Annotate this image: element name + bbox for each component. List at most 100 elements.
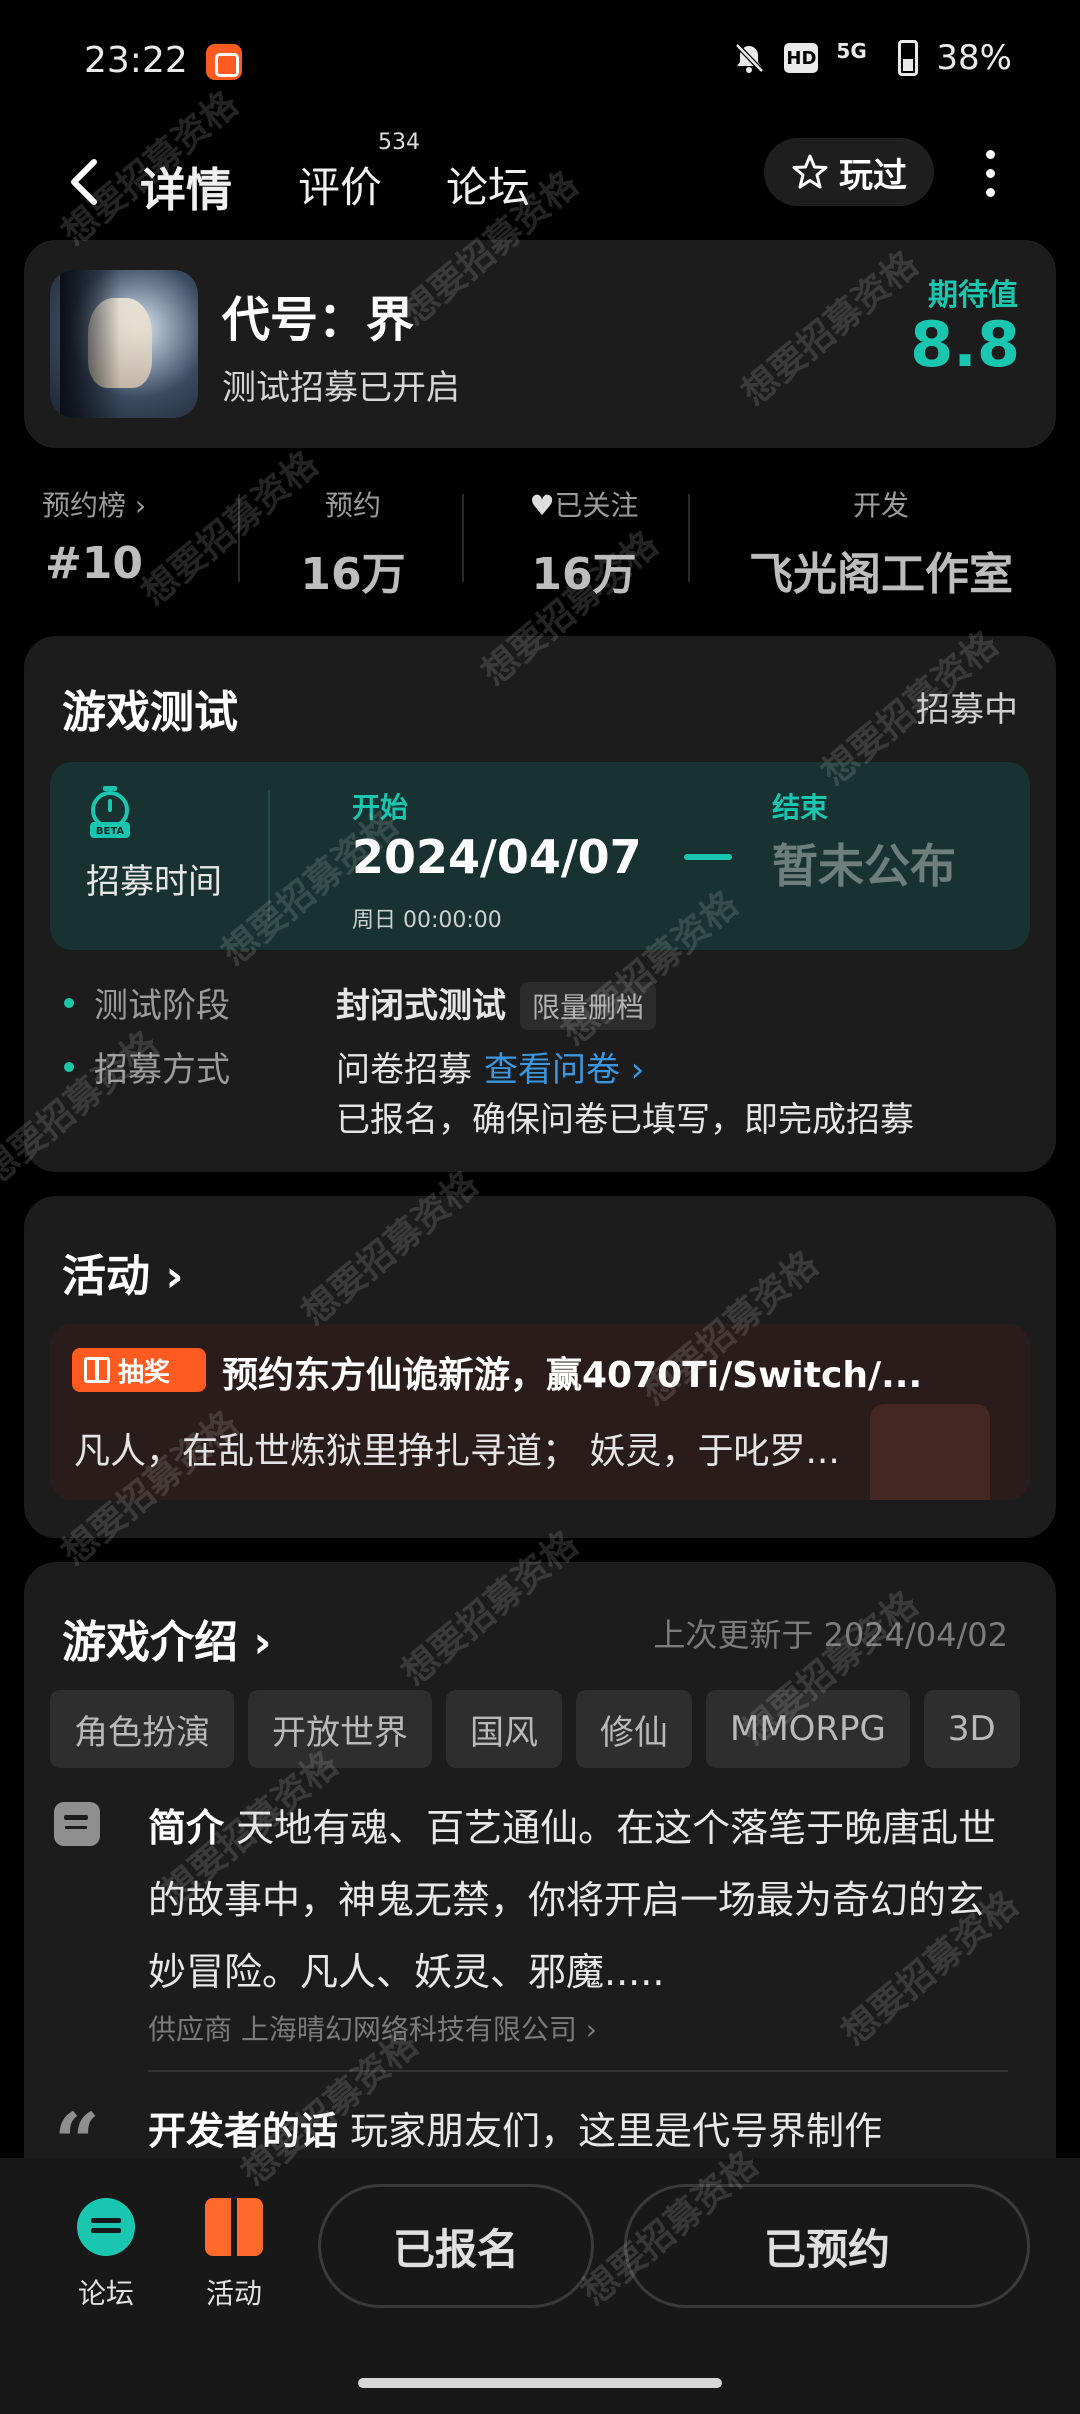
- status-bar: 23:22 HD 5G 38%: [0, 0, 1080, 130]
- supplier-link[interactable]: 供应商 上海晴幻网络科技有限公司 ›: [148, 2008, 597, 2048]
- tag-chip[interactable]: 修仙: [576, 1690, 692, 1768]
- activity-card: 活动 › 抽奖 预约东方仙诡新游，赢4070Ti/Switch/... 凡人，在…: [24, 1196, 1056, 1538]
- stat-value: #10: [44, 538, 144, 589]
- forum-chat-icon: [77, 2198, 135, 2256]
- reserved-button[interactable]: 已预约: [624, 2184, 1030, 2308]
- divider: [462, 494, 464, 582]
- stat-value: 16万: [531, 549, 637, 600]
- dev-words-label: 开发者的话: [148, 2109, 339, 2153]
- stage-value: 封闭式测试: [336, 986, 506, 1026]
- stat-value: 16万: [300, 549, 406, 600]
- stats-row: 预约榜 › #10 预约 16万 ♥已关注 16万 开发 飞光阁工作室: [24, 470, 1056, 600]
- end-value: 暂未公布: [772, 839, 956, 893]
- divider: [688, 494, 690, 582]
- forum-label: 论坛: [77, 2277, 134, 2310]
- stat-label: 预约: [324, 489, 381, 522]
- stat-reservations: 预约 16万: [248, 484, 458, 602]
- game-header-card: 代号：界 测试招募已开启 期待值 8.8: [24, 240, 1056, 448]
- chevron-left-icon: [71, 159, 97, 205]
- recruit-time-label: 招募时间: [86, 862, 222, 902]
- view-questionnaire-link[interactable]: 查看问卷 ›: [484, 1050, 644, 1090]
- activity-button[interactable]: 活动: [184, 2198, 284, 2312]
- dev-words-text: 玩家朋友们，这里是代号界制作: [350, 2109, 883, 2153]
- summary-label: 简介: [148, 1806, 225, 1850]
- bullet-dot: [64, 1061, 74, 1072]
- activity-description: 凡人，在乱世炼狱里挣扎寻道； 妖灵，于叱罗...: [74, 1431, 840, 1472]
- expect-score: 8.8: [910, 308, 1020, 381]
- activity-headline: 预约东方仙诡新游，赢4070Ti/Switch/...: [222, 1355, 923, 1396]
- battery-percent: 38%: [936, 38, 1012, 78]
- start-date: 2024/04/07: [352, 830, 642, 884]
- tag-chip[interactable]: 国风: [446, 1690, 562, 1768]
- method-note: 已报名，确保问卷已填写，即完成招募: [336, 1100, 914, 1140]
- stage-label: 测试阶段: [94, 986, 230, 1026]
- svg-text:BETA: BETA: [96, 826, 124, 837]
- method-value-row: 问卷招募 查看问卷 ›: [336, 1042, 644, 1091]
- stat-label: 预约榜 ›: [41, 489, 147, 522]
- played-label: 玩过: [839, 155, 907, 196]
- review-count-badge: 534: [378, 130, 420, 155]
- intro-section-title[interactable]: 游戏介绍 ›: [62, 1606, 271, 1670]
- method-row: 招募方式: [64, 1042, 230, 1091]
- network-type: 5G: [836, 39, 867, 63]
- divider: [268, 790, 270, 922]
- stage-value-row: 封闭式测试 限量删档: [336, 978, 657, 1030]
- test-section-title: 游戏测试: [62, 687, 238, 738]
- intro-summary[interactable]: 简介 天地有魂、百艺通仙。在这个落笔于晚唐乱世的故事中，神鬼无禁，你将开启一场最…: [148, 1792, 1008, 2008]
- end-label: 结束: [772, 791, 829, 824]
- tab-review[interactable]: 评价: [298, 154, 382, 215]
- tab-detail[interactable]: 详情: [140, 154, 232, 220]
- status-time: 23:22: [84, 40, 188, 81]
- game-subtitle: 测试招募已开启: [222, 368, 460, 408]
- top-nav: 详情 评价 534 论坛 玩过: [0, 130, 1080, 240]
- activity-item[interactable]: 抽奖 预约东方仙诡新游，赢4070Ti/Switch/... 凡人，在乱世炼狱里…: [50, 1324, 1030, 1500]
- tag-chip[interactable]: 3D: [923, 1690, 1020, 1768]
- developer-words[interactable]: 开发者的话 玩家朋友们，这里是代号界制作: [148, 2100, 882, 2155]
- hd-icon: HD: [784, 43, 819, 73]
- home-indicator[interactable]: [358, 2378, 722, 2388]
- stat-label-followers: ♥已关注: [474, 484, 694, 524]
- bullet-dot: [64, 997, 74, 1008]
- tag-chip[interactable]: MMORPG: [706, 1690, 910, 1768]
- range-dash: [684, 854, 732, 860]
- game-cover-image: [50, 270, 198, 418]
- stat-value: 飞光阁工作室: [749, 549, 1013, 600]
- back-button[interactable]: [60, 152, 110, 212]
- gift-icon: [84, 1357, 110, 1383]
- more-options-icon[interactable]: [970, 148, 1010, 198]
- tab-forum[interactable]: 论坛: [446, 154, 530, 215]
- lottery-badge: 抽奖: [72, 1348, 206, 1392]
- method-label: 招募方式: [94, 1050, 230, 1090]
- stage-row: 测试阶段: [64, 978, 230, 1027]
- tag-chip[interactable]: 开放世界: [248, 1690, 432, 1768]
- signal-icon: 5G: [836, 41, 880, 75]
- bottom-action-bar: 论坛 活动 已报名 已预约: [0, 2158, 1080, 2414]
- stat-followers[interactable]: ♥已关注 16万: [474, 484, 694, 602]
- stat-rank[interactable]: 预约榜 › #10: [24, 484, 164, 589]
- start-time: 周日 00:00:00: [352, 908, 502, 933]
- forum-button[interactable]: 论坛: [56, 2198, 156, 2312]
- intro-updated-date: 上次更新于 2024/04/02: [653, 1616, 1008, 1654]
- divider: [148, 2070, 1008, 2072]
- game-test-card: 游戏测试 招募中 BETA 招募时间 开始 2024/04/07 周日 00:0…: [24, 636, 1056, 1172]
- signed-up-button[interactable]: 已报名: [318, 2184, 594, 2308]
- mute-icon: [732, 41, 766, 75]
- method-value: 问卷招募: [336, 1050, 472, 1090]
- stage-tag: 限量删档: [520, 982, 657, 1030]
- gift-icon: [205, 2198, 263, 2256]
- tag-list: 角色扮演 开放世界 国风 修仙 MMORPG 3D: [50, 1690, 1056, 1770]
- activity-label: 活动: [205, 2277, 262, 2310]
- tag-chip[interactable]: 角色扮演: [50, 1690, 234, 1768]
- document-icon: [54, 1802, 100, 1846]
- star-icon: [792, 154, 828, 189]
- start-label: 开始: [352, 791, 409, 824]
- heart-icon: ♥: [529, 489, 555, 522]
- stat-developer[interactable]: 开发 飞光阁工作室: [706, 484, 1056, 602]
- played-button[interactable]: 玩过: [764, 138, 934, 206]
- status-icons: HD 5G 38%: [732, 38, 1012, 78]
- stat-label: 已关注: [554, 489, 639, 522]
- beta-timer-icon: BETA: [90, 786, 130, 838]
- activity-section-title[interactable]: 活动 ›: [62, 1240, 183, 1304]
- game-title: 代号：界: [222, 292, 415, 348]
- battery-icon: [898, 40, 919, 76]
